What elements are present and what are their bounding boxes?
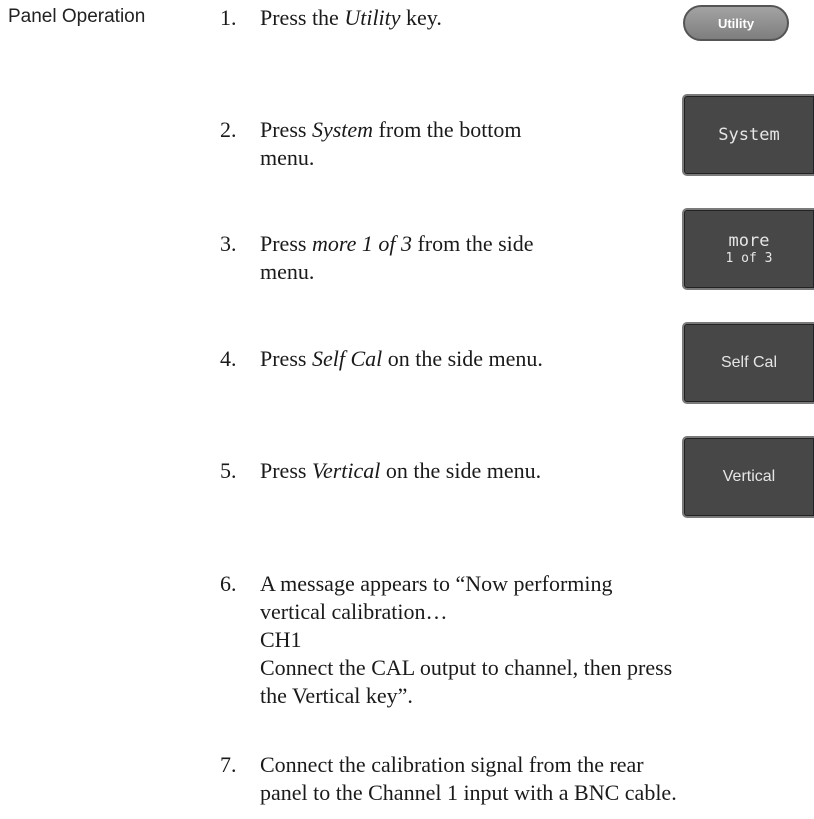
step-number: 4. bbox=[220, 346, 237, 371]
step-text: Press Vertical on the side menu. bbox=[260, 458, 542, 483]
vertical-menu-button: Vertical bbox=[682, 436, 814, 518]
step-text: A message appears to “Now performing vert… bbox=[260, 571, 673, 708]
step-text: Press the Utility key. bbox=[260, 5, 442, 30]
step-text: Press Self Cal on the side menu. bbox=[260, 346, 543, 371]
section-label: Panel Operation bbox=[8, 6, 146, 27]
step-number: 5. bbox=[220, 458, 237, 483]
step-text: Press System from the bottom menu. bbox=[260, 117, 522, 170]
step-number: 6. bbox=[220, 571, 237, 596]
vertical-label: Vertical bbox=[722, 468, 776, 485]
more-1-of-3-menu-button: more 1 of 3 bbox=[682, 208, 814, 290]
system-menu-button: System bbox=[682, 94, 814, 176]
page-indicator-label: 1 of 3 bbox=[725, 251, 773, 266]
self-cal-menu-button: Self Cal bbox=[682, 322, 814, 404]
step-number: 1. bbox=[220, 5, 237, 30]
more-label: more bbox=[728, 231, 770, 251]
self-cal-label: Self Cal bbox=[720, 354, 778, 371]
step-text: Press more 1 of 3 from the side menu. bbox=[260, 231, 534, 284]
step-number: 3. bbox=[220, 231, 237, 256]
step-text: Connect the calibration signal from the … bbox=[260, 752, 677, 805]
step-number: 2. bbox=[220, 117, 237, 142]
step-number: 7. bbox=[220, 752, 237, 777]
system-label: System bbox=[718, 125, 780, 145]
utility-key: Utility bbox=[683, 5, 789, 41]
